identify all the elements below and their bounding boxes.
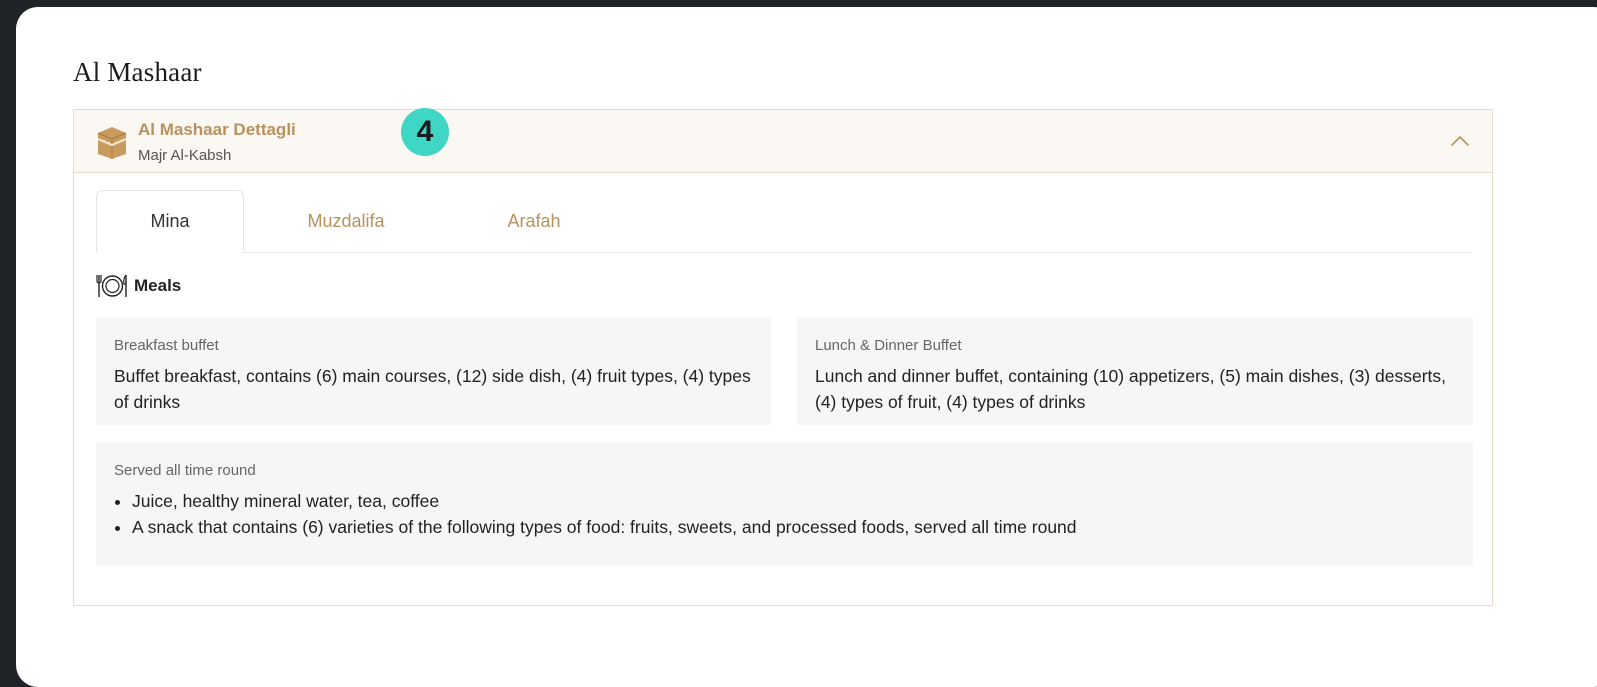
kaaba-icon	[97, 127, 127, 159]
meals-label: Meals	[134, 276, 182, 295]
content-panel: Al Mashaar Al Mashaar Dettagli Majr Al-K…	[16, 7, 1597, 687]
location-tabs: Mina Muzdalifa Arafah	[96, 190, 1472, 253]
accordion-title: Al Mashaar Dettagli	[138, 120, 296, 139]
tab-muzdalifa[interactable]: Muzdalifa	[284, 190, 408, 252]
chevron-up-icon[interactable]	[1450, 134, 1470, 148]
tab-mina[interactable]: Mina	[96, 190, 244, 253]
list-item: A snack that contains (6) varieties of t…	[132, 514, 1455, 540]
lunch-dinner-card: Lunch & Dinner Buffet Lunch and dinner b…	[797, 317, 1473, 425]
accommodation-accordion: Al Mashaar Dettagli Majr Al-Kabsh 4 Mina…	[73, 108, 1493, 606]
all-time-card-label: Served all time round	[114, 462, 256, 479]
lunch-dinner-card-text: Lunch and dinner buffet, containing (10)…	[815, 366, 1446, 412]
accordion-header[interactable]: Al Mashaar Dettagli Majr Al-Kabsh 4	[74, 108, 1492, 173]
step-badge: 4	[401, 108, 449, 156]
tab-arafah[interactable]: Arafah	[480, 190, 588, 252]
list-item: Juice, healthy mineral water, tea, coffe…	[132, 488, 1455, 514]
breakfast-card-label: Breakfast buffet	[114, 337, 219, 354]
plate-cutlery-icon	[96, 274, 127, 297]
meals-heading: Meals	[96, 272, 181, 300]
breakfast-card: Breakfast buffet Buffet breakfast, conta…	[96, 317, 771, 425]
lunch-dinner-card-label: Lunch & Dinner Buffet	[815, 337, 962, 354]
section-title: Al Mashaar	[73, 57, 202, 87]
accordion-subtitle: Majr Al-Kabsh	[138, 147, 232, 164]
breakfast-card-text: Buffet breakfast, contains (6) main cour…	[114, 366, 751, 412]
all-time-card: Served all time round Juice, healthy min…	[96, 442, 1473, 566]
all-time-list: Juice, healthy mineral water, tea, coffe…	[114, 488, 1455, 540]
